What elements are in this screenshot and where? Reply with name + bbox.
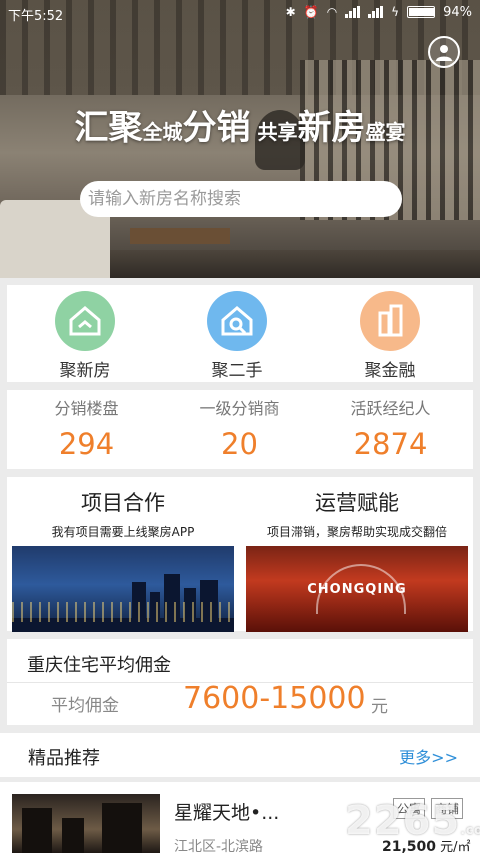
stat-label: 一级分销商: [199, 399, 280, 418]
watermark-text: 2265: [345, 798, 461, 844]
second-hand-icon: [207, 291, 267, 351]
search-bar[interactable]: [80, 181, 402, 217]
signal-icon-2: [368, 6, 384, 18]
signal-icon: [345, 6, 361, 18]
listing-location: 江北区-北滨路: [174, 839, 264, 853]
commission-unit: 元: [371, 697, 388, 717]
promo-project-cooperation[interactable]: 项目合作 我有项目需要上线聚房APP: [12, 487, 234, 632]
stat-agents[interactable]: 活跃经纪人 2874: [313, 395, 468, 461]
new-house-icon: [55, 291, 115, 351]
status-icons: ✱ ⏰ ◠ ϟ 94%: [286, 4, 472, 20]
more-link[interactable]: 更多>>: [399, 744, 458, 768]
commission-value: 7600-15000: [183, 681, 366, 716]
finance-icon: [360, 291, 420, 351]
stat-distributors[interactable]: 一级分销商 20: [162, 395, 317, 461]
battery-fill: [409, 8, 434, 16]
promo-subtitle: 项目滞销，聚房帮助实现成交翻倍: [266, 525, 447, 539]
banner-table: [130, 228, 230, 244]
hero-slogan: 汇聚全城分销 共享新房盛宴: [0, 100, 480, 149]
slogan-part: 新房: [297, 108, 366, 148]
slogan-part: 盛宴: [365, 120, 406, 144]
stat-value: 20: [221, 427, 258, 461]
category-second-hand[interactable]: 聚二手: [177, 291, 297, 381]
listing-thumbnail: [12, 794, 160, 853]
promo-subtitle: 我有项目需要上线聚房APP: [51, 525, 195, 539]
slogan-part: 汇聚: [74, 108, 143, 148]
stat-listings[interactable]: 分销楼盘 294: [9, 395, 164, 461]
category-nav: 聚新房 聚二手 聚金融: [7, 285, 473, 382]
status-bar: 下午5:52 ✱ ⏰ ◠ ϟ 94%: [0, 0, 480, 26]
stat-label: 活跃经纪人: [350, 399, 431, 418]
listing-name: 星耀天地•...: [174, 802, 280, 824]
slogan-part: 分销: [182, 108, 251, 148]
commission-label: 平均佣金: [51, 696, 119, 716]
category-new-house[interactable]: 聚新房: [25, 291, 145, 381]
commission-panel: 重庆住宅平均佣金 平均佣金 7600-15000 元: [7, 639, 473, 725]
watermark: 2265.com: [345, 798, 480, 844]
charging-icon: ϟ: [391, 5, 400, 19]
slogan-part: 全城: [142, 120, 183, 144]
search-input[interactable]: [88, 189, 402, 209]
wifi-icon: ◠: [326, 5, 338, 19]
building: [102, 803, 142, 853]
category-label: 聚二手: [211, 361, 263, 381]
promo-operation-empower[interactable]: 运营赋能 项目滞销，聚房帮助实现成交翻倍 CHONGQING: [246, 487, 468, 632]
image-caption: CHONGQING: [307, 582, 407, 597]
category-label: 聚金融: [364, 361, 416, 381]
commission-title: 重庆住宅平均佣金: [27, 655, 171, 676]
user-icon: [436, 45, 452, 61]
building: [22, 808, 52, 853]
bluetooth-icon: ✱: [285, 5, 296, 19]
promo-panel: 项目合作 我有项目需要上线聚房APP 运营赋能 项目滞销，聚房帮助实现成交翻倍 …: [7, 477, 473, 632]
city-lights: [12, 602, 234, 622]
battery-icon: [407, 6, 436, 18]
promo-title: 运营赋能: [315, 491, 399, 515]
building: [62, 818, 84, 853]
stat-value: 294: [58, 427, 115, 461]
battery-percent: 94%: [443, 4, 472, 20]
category-finance[interactable]: 聚金融: [330, 291, 450, 381]
featured-header: 精品推荐 更多>>: [0, 733, 480, 777]
category-label: 聚新房: [59, 361, 111, 381]
status-time: 下午5:52: [8, 9, 64, 24]
promo-city-image: [12, 546, 234, 632]
alarm-icon: ⏰: [303, 5, 319, 19]
hero-banner: 下午5:52 ✱ ⏰ ◠ ϟ 94% 汇聚全城分销 共享新房盛宴: [0, 0, 480, 278]
promo-chongqing-image: CHONGQING: [246, 546, 468, 632]
slogan-part: 共享: [250, 120, 298, 144]
stat-label: 分销楼盘: [54, 399, 119, 418]
user-avatar-button[interactable]: [428, 36, 460, 68]
watermark-suffix: .com: [460, 823, 480, 837]
promo-title: 项目合作: [81, 491, 165, 515]
stat-value: 2874: [353, 427, 428, 461]
section-title: 精品推荐: [28, 748, 100, 769]
stats-panel: 分销楼盘 294 一级分销商 20 活跃经纪人 2874: [7, 390, 473, 469]
